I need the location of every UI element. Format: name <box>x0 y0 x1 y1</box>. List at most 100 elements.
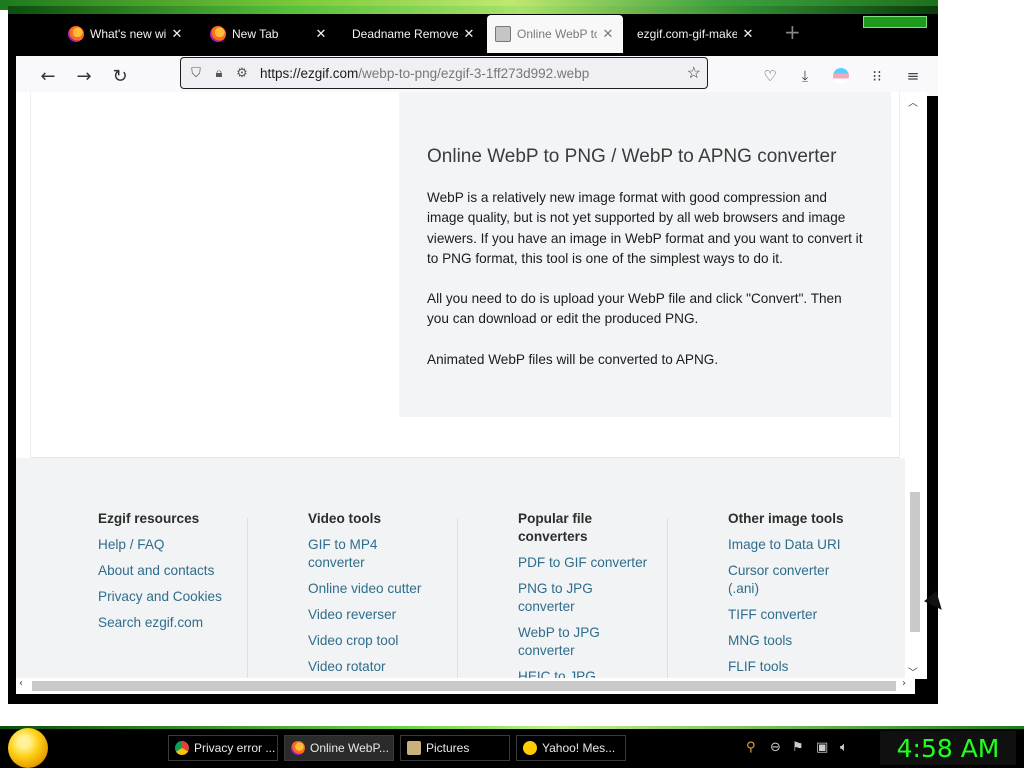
back-icon[interactable]: ← <box>36 64 60 88</box>
tab-label: What's new with <box>90 27 166 41</box>
paragraph-3: Animated WebP files will be converted to… <box>427 351 719 367</box>
start-button-smiley-icon[interactable] <box>8 728 48 768</box>
footer-link[interactable]: PNG to JPG converter <box>518 580 608 616</box>
desktop-area <box>938 0 1024 705</box>
task-label: Yahoo! Mes... <box>542 741 616 755</box>
task-privacy-error[interactable]: Privacy error ... <box>168 735 278 761</box>
close-icon[interactable]: ✕ <box>170 26 184 42</box>
task-yahoo-messenger[interactable]: Yahoo! Mes... <box>516 735 626 761</box>
footer-col-video: Video tools GIF to MP4 converter Online … <box>308 510 448 679</box>
footer-heading: Ezgif resources <box>98 511 200 526</box>
scroll-left-icon[interactable]: ‹ <box>19 678 23 689</box>
close-icon[interactable]: ✕ <box>314 26 328 42</box>
tab-label: ezgif.com-gif-maker <box>637 27 737 41</box>
scroll-thumb[interactable] <box>910 492 920 632</box>
footer-link[interactable]: TIFF converter <box>728 606 878 624</box>
task-label: Online WebP... <box>310 741 389 755</box>
nav-toolbar: ← → ↻ ⛉ 🔒︎ ⚙︎ https://ezgif.com/webp-to-… <box>16 56 938 96</box>
search-icon[interactable]: ⚲ <box>746 740 756 755</box>
extension-flag-icon[interactable] <box>831 66 851 86</box>
footer-link[interactable]: Video crop tool <box>308 632 448 650</box>
footer-col-other-tools: Other image tools Image to Data URI Curs… <box>728 510 878 679</box>
scroll-right-icon[interactable]: › <box>902 678 906 689</box>
tab-ezgif-gif-maker[interactable]: ezgif.com-gif-maker ✕ <box>629 15 763 53</box>
close-icon[interactable]: ✕ <box>462 26 476 42</box>
url-text[interactable]: https://ezgif.com/webp-to-png/ezgif-3-1f… <box>260 66 589 81</box>
firefox-icon <box>291 741 305 755</box>
task-online-webp[interactable]: Online WebP... <box>284 735 394 761</box>
footer-link[interactable]: Help / FAQ <box>98 536 243 554</box>
footer-link[interactable]: About and contacts <box>98 562 243 580</box>
folder-icon <box>407 741 421 755</box>
footer-link[interactable]: Search ezgif.com <box>98 614 243 632</box>
close-icon[interactable]: ✕ <box>601 26 615 42</box>
footer-col-converters: Popular file converters PDF to GIF conve… <box>518 510 658 679</box>
footer-link[interactable]: Cursor converter (.ani) <box>728 562 838 598</box>
bookmark-star-icon[interactable]: ☆ <box>687 63 701 83</box>
task-pictures[interactable]: Pictures <box>400 735 510 761</box>
footer-col-resources: Ezgif resources Help / FAQ About and con… <box>98 510 243 640</box>
menu-icon[interactable]: ≡ <box>903 66 923 86</box>
tab-whats-new[interactable]: What's new with ✕ <box>60 15 192 53</box>
page-content: Online WebP to PNG / WebP to APNG conver… <box>16 92 915 679</box>
tab-label: Deadname Remover <box>352 27 458 41</box>
scroll-thumb[interactable] <box>32 681 896 691</box>
window-controls[interactable] <box>863 16 927 28</box>
footer-link[interactable]: Image to Data URI <box>728 536 878 554</box>
tab-label: New Tab <box>232 27 279 41</box>
firefox-icon <box>210 26 226 42</box>
lock-icon[interactable]: 🔒︎ <box>211 65 227 81</box>
yahoo-messenger-icon <box>523 741 537 755</box>
paragraph-1: WebP is a relatively new image format wi… <box>427 190 863 266</box>
close-icon[interactable]: ✕ <box>741 26 755 42</box>
main-card: Online WebP to PNG / WebP to APNG conver… <box>30 92 900 458</box>
vertical-scrollbar[interactable]: ︿ ﹀ <box>905 92 927 679</box>
forward-icon[interactable]: → <box>72 64 96 88</box>
tab-bar: What's new with ✕ New Tab ✕ Deadname Rem… <box>8 6 938 56</box>
site-footer: Ezgif resources Help / FAQ About and con… <box>16 458 915 679</box>
footer-link[interactable]: Online video cutter <box>308 580 448 598</box>
pocket-icon[interactable]: ♡ <box>760 66 780 86</box>
flag-icon[interactable]: ⚑ <box>792 740 804 755</box>
extension-icon[interactable]: ⁝⁝ <box>867 66 887 86</box>
horizontal-scrollbar[interactable]: ‹ › <box>16 678 915 694</box>
page-title: Online WebP to PNG / WebP to APNG conver… <box>427 146 837 167</box>
tab-online-webp[interactable]: Online WebP to ✕ <box>487 15 623 53</box>
footer-link[interactable]: Video rotator <box>308 658 448 676</box>
download-icon[interactable]: ⤓ <box>795 66 815 86</box>
taskbar-glow <box>0 726 1024 729</box>
footer-divider <box>667 518 668 679</box>
taskbar-clock[interactable]: 4:58 AM <box>880 731 1016 765</box>
shield-icon[interactable]: ⛉ <box>188 65 204 81</box>
window-glow <box>8 6 938 14</box>
footer-link[interactable]: MNG tools <box>728 632 878 650</box>
tab-label: Online WebP to <box>517 27 597 41</box>
footer-link[interactable]: FLIF tools <box>728 658 878 676</box>
footer-link[interactable]: Privacy and Cookies <box>98 588 243 606</box>
task-label: Privacy error ... <box>194 741 276 755</box>
chrome-icon <box>175 741 189 755</box>
tray-minus-icon[interactable]: ⊖ <box>770 740 781 755</box>
footer-heading: Video tools <box>308 511 382 526</box>
page-icon <box>495 26 511 42</box>
volume-icon[interactable]: 🔈︎ <box>840 740 848 755</box>
firefox-icon <box>68 26 84 42</box>
footer-link[interactable]: GIF to MP4 converter <box>308 536 398 572</box>
footer-link[interactable]: WebP to JPG converter <box>518 624 608 660</box>
info-box: Online WebP to PNG / WebP to APNG conver… <box>399 92 891 417</box>
url-bar[interactable]: ⛉ 🔒︎ ⚙︎ https://ezgif.com/webp-to-png/ez… <box>180 57 708 89</box>
permissions-icon[interactable]: ⚙︎ <box>234 65 250 81</box>
footer-divider <box>247 518 248 679</box>
network-icon[interactable]: ▣ <box>816 740 828 755</box>
tab-deadname-remover[interactable]: Deadname Remover ✕ <box>344 15 484 53</box>
footer-link[interactable]: PDF to GIF converter <box>518 554 658 572</box>
tab-new-tab[interactable]: New Tab ✕ <box>202 15 336 53</box>
scroll-up-icon[interactable]: ︿ <box>908 94 918 109</box>
footer-link[interactable]: Video reverser <box>308 606 448 624</box>
scroll-down-icon[interactable]: ﹀ <box>908 664 918 679</box>
new-tab-icon[interactable]: + <box>784 20 801 44</box>
reload-icon[interactable]: ↻ <box>108 64 132 88</box>
task-label: Pictures <box>426 741 470 755</box>
footer-heading: Popular file converters <box>518 511 593 544</box>
footer-divider <box>457 518 458 679</box>
